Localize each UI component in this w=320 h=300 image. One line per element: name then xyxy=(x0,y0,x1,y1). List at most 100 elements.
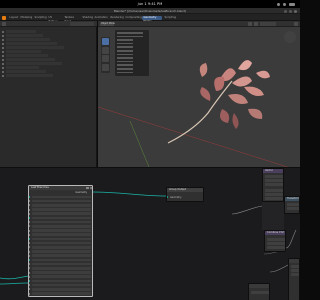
node-field[interactable] xyxy=(264,197,283,200)
input-socket[interactable] xyxy=(29,263,30,266)
node[interactable] xyxy=(288,258,300,300)
input-socket[interactable] xyxy=(29,221,30,224)
input-socket[interactable] xyxy=(29,204,30,207)
node-input-field[interactable] xyxy=(32,220,91,224)
node-header[interactable]: Leaf Branches xyxy=(29,186,92,190)
input-socket[interactable] xyxy=(29,250,30,253)
navigation-gizmo[interactable] xyxy=(284,31,296,43)
node-group-icon[interactable] xyxy=(86,186,89,190)
input-socket[interactable] xyxy=(29,200,30,203)
workspace-tab[interactable]: Geometry Nodes xyxy=(142,15,162,23)
system-clock[interactable]: Jun 1 9:41 PM xyxy=(0,2,300,6)
output-socket[interactable] xyxy=(92,192,93,194)
node-field[interactable] xyxy=(266,246,285,249)
node-header[interactable] xyxy=(289,259,299,263)
node-field[interactable] xyxy=(290,269,299,272)
input-socket[interactable] xyxy=(29,254,30,257)
node-input-field[interactable] xyxy=(32,199,91,203)
node-input-field[interactable] xyxy=(32,224,91,228)
list-item[interactable] xyxy=(2,46,95,49)
rotate-tool-icon[interactable] xyxy=(102,63,109,71)
filter-field[interactable] xyxy=(70,22,94,26)
node-header[interactable]: Transform xyxy=(285,197,299,201)
input-socket[interactable] xyxy=(29,208,30,211)
workspace-tab[interactable]: Texture Paint xyxy=(63,16,80,24)
editor-type-icon[interactable] xyxy=(2,22,6,26)
node-input-field[interactable] xyxy=(32,208,91,211)
workspace-tab[interactable]: Sculpting xyxy=(33,16,47,21)
list-item[interactable] xyxy=(2,70,95,73)
node[interactable] xyxy=(248,283,270,300)
node-input-field[interactable] xyxy=(32,258,91,262)
node-input-field[interactable] xyxy=(32,287,91,291)
node-field[interactable] xyxy=(266,242,285,245)
input-socket[interactable] xyxy=(29,292,30,295)
list-item[interactable] xyxy=(2,50,95,53)
list-item[interactable] xyxy=(2,62,95,65)
node-input-field[interactable] xyxy=(32,283,91,287)
node-header[interactable] xyxy=(249,284,269,288)
input-socket[interactable] xyxy=(167,196,168,198)
blender-logo-icon[interactable] xyxy=(2,15,6,20)
minimize-icon[interactable] xyxy=(284,9,287,13)
node-input-field[interactable] xyxy=(32,279,91,283)
node-input-field[interactable] xyxy=(32,216,91,220)
node-input-field[interactable] xyxy=(32,266,91,270)
list-item[interactable] xyxy=(2,66,95,69)
node-input-field[interactable] xyxy=(32,245,91,249)
network-icon[interactable] xyxy=(277,2,280,6)
input-socket[interactable] xyxy=(29,284,30,287)
node-input-field[interactable] xyxy=(32,250,91,253)
node-input-field[interactable] xyxy=(32,292,91,295)
close-icon[interactable] xyxy=(294,9,297,13)
node-field[interactable] xyxy=(290,265,299,268)
input-socket[interactable] xyxy=(29,225,30,228)
vector-z-field[interactable] xyxy=(264,183,283,186)
workspace-tab[interactable]: Shading xyxy=(81,16,94,21)
node-header[interactable]: Group Output xyxy=(167,188,203,192)
geometry-node-editor[interactable]: Leaf Branches Geometry Group Output Geom… xyxy=(0,167,300,300)
workspace-tab[interactable]: Modeling xyxy=(19,16,33,21)
input-socket[interactable] xyxy=(29,258,30,261)
workspace-tab[interactable]: Compositing xyxy=(124,16,142,21)
move-tool-icon[interactable] xyxy=(102,55,109,62)
workspace-tab[interactable]: UV Editing xyxy=(47,16,62,24)
transform-node[interactable]: Transform xyxy=(284,196,300,214)
vector-x-field[interactable] xyxy=(264,175,283,178)
battery-icon[interactable] xyxy=(289,2,295,6)
node-input-field[interactable] xyxy=(32,241,91,245)
node-header[interactable]: Combine XYZ xyxy=(265,231,285,235)
input-socket[interactable] xyxy=(29,246,30,249)
list-item[interactable] xyxy=(2,34,95,37)
node-field[interactable] xyxy=(264,189,283,192)
node-input-field[interactable] xyxy=(32,233,91,237)
node-field[interactable] xyxy=(286,203,299,206)
workspace-tab[interactable]: Layout xyxy=(8,16,19,21)
input-socket[interactable] xyxy=(29,229,30,232)
input-socket[interactable] xyxy=(29,267,30,270)
input-socket[interactable] xyxy=(29,242,30,245)
input-socket[interactable] xyxy=(29,195,30,198)
input-socket[interactable] xyxy=(29,271,30,274)
volume-icon[interactable] xyxy=(283,2,286,6)
input-socket[interactable] xyxy=(29,216,30,219)
node-field[interactable] xyxy=(266,238,285,241)
node-input-field[interactable] xyxy=(32,237,91,241)
list-item[interactable] xyxy=(2,58,95,61)
workspace-tab[interactable]: Animation xyxy=(93,16,108,21)
node-field[interactable] xyxy=(286,207,299,210)
node-input-field[interactable] xyxy=(32,195,91,199)
list-item[interactable] xyxy=(2,74,95,77)
node-collapse-icon[interactable] xyxy=(89,186,92,190)
input-socket[interactable] xyxy=(29,279,30,282)
input-socket[interactable] xyxy=(29,233,30,236)
list-item[interactable] xyxy=(2,30,95,33)
workspace-tab[interactable]: Scripting xyxy=(163,16,177,21)
node-header[interactable]: Vector xyxy=(263,169,283,173)
input-socket[interactable] xyxy=(29,288,30,291)
vector-y-field[interactable] xyxy=(264,179,283,182)
node-input-field[interactable] xyxy=(32,275,91,279)
node-input-field[interactable] xyxy=(32,229,91,232)
node-input-field[interactable] xyxy=(32,212,91,216)
leaf-branches-node[interactable]: Leaf Branches Geometry xyxy=(28,185,93,297)
